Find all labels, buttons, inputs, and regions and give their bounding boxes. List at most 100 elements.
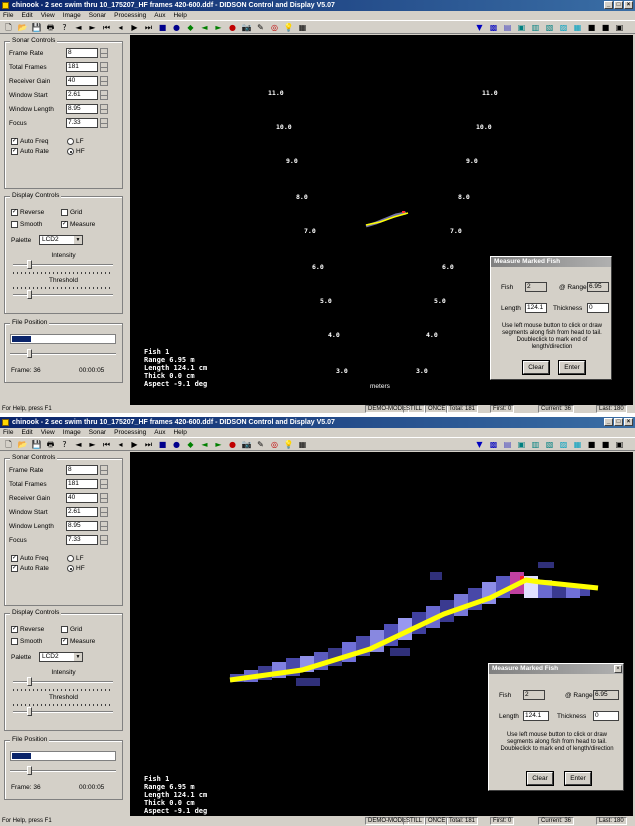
color-palette-icon[interactable]: ▩ (488, 439, 499, 450)
focus-spinner[interactable] (100, 118, 108, 128)
receiver-gain-spinner[interactable] (100, 493, 108, 503)
window-length-spinner[interactable] (100, 521, 108, 531)
grid-icon[interactable]: ▦ (297, 22, 308, 33)
record-icon[interactable]: ● (171, 22, 182, 33)
maximize-button[interactable]: □ (614, 418, 623, 426)
window-start-spinner[interactable] (100, 90, 108, 100)
dialog-title[interactable]: Measure Marked Fish (489, 664, 623, 674)
window-icon[interactable]: ▣ (614, 22, 625, 33)
intensity-slider-thumb[interactable] (27, 677, 32, 686)
dialog-title[interactable]: Measure Marked Fish (491, 257, 611, 267)
auto-rate-checkbox[interactable]: ✓ Auto Rate (11, 565, 49, 572)
grid-checkbox[interactable]: Grid (61, 209, 82, 216)
reverse-checkbox[interactable]: ✓ Reverse (11, 209, 44, 216)
window-start-spinner[interactable] (100, 507, 108, 517)
print-icon[interactable]: 🖶 (45, 439, 56, 450)
palette-select[interactable]: LCD2 ▼ (39, 652, 83, 662)
filter-icon[interactable]: ▼ (474, 439, 485, 450)
file-position-track[interactable] (10, 770, 116, 772)
menu-help[interactable]: Help (173, 428, 186, 437)
clear-button[interactable]: Clear (523, 361, 549, 374)
menu-aux[interactable]: Aux (154, 428, 165, 437)
layers-icon[interactable]: ▥ (530, 22, 541, 33)
hf-radio[interactable]: HF (67, 148, 85, 155)
frame-rate-spinner[interactable] (100, 48, 108, 58)
stop-icon[interactable]: ■ (157, 439, 168, 450)
menu-image[interactable]: Image (63, 11, 81, 20)
enter-button[interactable]: Enter (559, 361, 585, 374)
frame-rate-input[interactable]: 8 (66, 465, 98, 475)
intensity-slider-thumb[interactable] (27, 260, 32, 269)
lf-radio[interactable]: LF (67, 138, 84, 145)
length-input[interactable]: 124.1 (525, 303, 547, 313)
menu-processing[interactable]: Processing (114, 11, 146, 20)
layers-icon[interactable]: ▥ (530, 439, 541, 450)
auto-freq-checkbox[interactable]: ✓ Auto Freq (11, 138, 49, 145)
focus-input[interactable]: 7.33 (66, 535, 98, 545)
reverse-checkbox[interactable]: ✓ Reverse (11, 626, 44, 633)
skip-start-icon[interactable]: ⏮ (101, 439, 112, 450)
total-frames-spinner[interactable] (100, 62, 108, 72)
close-button[interactable]: × (624, 1, 633, 9)
clear-button[interactable]: Clear (527, 772, 553, 785)
file-position-slider-thumb[interactable] (27, 766, 32, 775)
total-frames-spinner[interactable] (100, 479, 108, 489)
focus-spinner[interactable] (100, 535, 108, 545)
window-length-spinner[interactable] (100, 104, 108, 114)
minimize-button[interactable]: _ (604, 418, 613, 426)
window-length-input[interactable]: 8.95 (66, 521, 98, 531)
grid-checkbox[interactable]: Grid (61, 626, 82, 633)
title-bar[interactable]: chinook - 2 sec swim thru 10_175207_HF f… (0, 417, 635, 428)
arrow-right-icon[interactable]: ► (87, 439, 98, 450)
menu-help[interactable]: Help (173, 11, 186, 20)
chevron-down-icon[interactable]: ▼ (74, 653, 82, 661)
forward-icon[interactable]: ► (213, 22, 224, 33)
stop-icon[interactable]: ■ (157, 22, 168, 33)
open-folder-icon[interactable]: 📂 (17, 439, 28, 450)
lf-radio[interactable]: LF (67, 555, 84, 562)
close-button[interactable]: × (624, 418, 633, 426)
color-palette-icon[interactable]: ▩ (488, 22, 499, 33)
new-file-icon[interactable]: 🗋 (3, 439, 14, 450)
arrow-right-icon[interactable]: ► (87, 22, 98, 33)
step-back-icon[interactable]: ◂ (115, 439, 126, 450)
window-start-input[interactable]: 2.61 (66, 507, 98, 517)
receiver-gain-spinner[interactable] (100, 76, 108, 86)
frame-icon[interactable]: ▦ (572, 439, 583, 450)
measure-checkbox[interactable]: ✓ Measure (61, 221, 95, 228)
menu-aux[interactable]: Aux (154, 11, 165, 20)
menu-image[interactable]: Image (63, 428, 81, 437)
record-red-icon[interactable]: ● (227, 22, 238, 33)
file-position-track[interactable] (10, 353, 116, 355)
receiver-gain-input[interactable]: 40 (66, 493, 98, 503)
open-folder-icon[interactable]: 📂 (17, 22, 28, 33)
camera-icon[interactable]: 📷 (241, 22, 252, 33)
frame-rate-input[interactable]: 8 (66, 48, 98, 58)
skip-end-icon[interactable]: ⏭ (143, 439, 154, 450)
minimize-button[interactable]: _ (604, 1, 613, 9)
window-start-input[interactable]: 2.61 (66, 90, 98, 100)
receiver-gain-input[interactable]: 40 (66, 76, 98, 86)
bulb-icon[interactable]: 💡 (283, 22, 294, 33)
length-input[interactable]: 124.1 (523, 711, 549, 721)
measure-icon[interactable]: ▧ (544, 439, 555, 450)
total-frames-input[interactable]: 181 (66, 62, 98, 72)
skip-start-icon[interactable]: ⏮ (101, 22, 112, 33)
menu-sonar[interactable]: Sonar (89, 428, 106, 437)
pencil-icon[interactable]: ✎ (255, 439, 266, 450)
menu-sonar[interactable]: Sonar (89, 11, 106, 20)
filter-icon[interactable]: ▼ (474, 22, 485, 33)
total-frames-input[interactable]: 181 (66, 479, 98, 489)
print-icon[interactable]: 🖶 (45, 22, 56, 33)
frame-icon[interactable]: ▦ (572, 22, 583, 33)
block-icon[interactable]: ■ (586, 22, 597, 33)
measure-checkbox[interactable]: ✓ Measure (61, 638, 95, 645)
rewind-icon[interactable]: ◄ (199, 22, 210, 33)
save-icon[interactable]: 💾 (31, 22, 42, 33)
hf-radio[interactable]: HF (67, 565, 85, 572)
threshold-slider-thumb[interactable] (27, 290, 32, 299)
diamond-icon[interactable]: ◆ (185, 22, 196, 33)
smooth-checkbox[interactable]: Smooth (11, 638, 42, 645)
close-icon[interactable]: × (614, 665, 622, 673)
auto-freq-checkbox[interactable]: ✓ Auto Freq (11, 555, 49, 562)
